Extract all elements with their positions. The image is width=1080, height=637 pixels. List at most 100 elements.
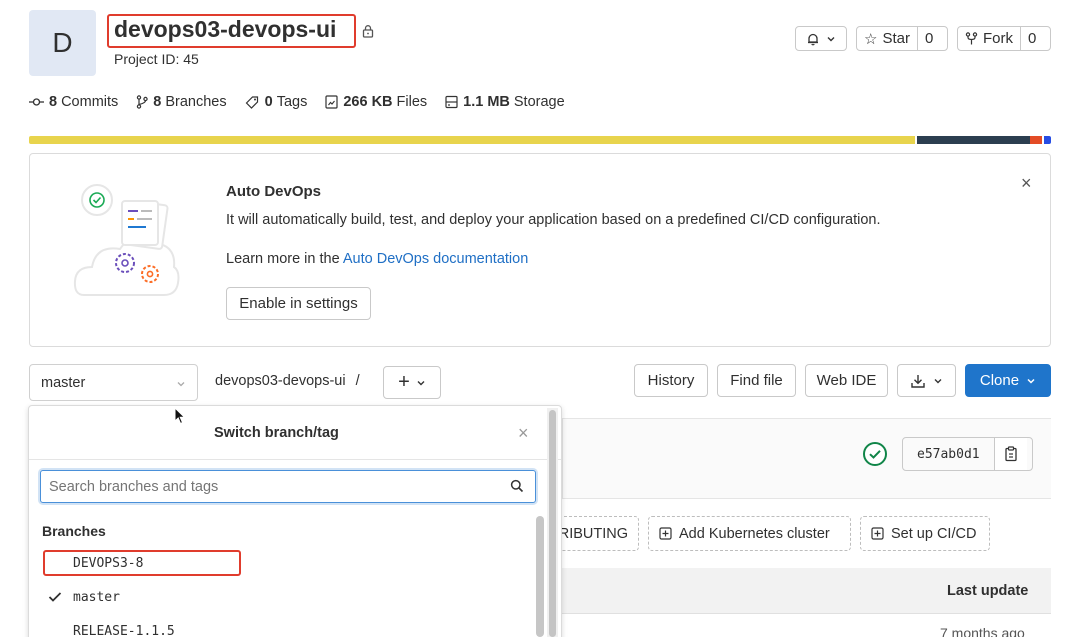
auto-devops-title: Auto DevOps — [226, 183, 322, 200]
copy-sha-button[interactable] — [993, 438, 1027, 470]
branches-section-header: Branches — [42, 523, 106, 539]
web-ide-label: Web IDE — [816, 372, 877, 389]
pipeline-passed-icon[interactable] — [862, 441, 888, 467]
find-file-button[interactable]: Find file — [717, 364, 796, 397]
dropdown-scrollbar-thumb[interactable] — [549, 410, 556, 637]
project-id: Project ID: 45 — [114, 51, 199, 67]
learn-more-prefix: Learn more in the — [226, 251, 343, 267]
dropdown-list-scrollbar[interactable] — [536, 516, 544, 637]
history-button[interactable]: History — [634, 364, 708, 397]
language-segment[interactable] — [917, 136, 1030, 144]
fork-icon — [965, 31, 978, 44]
branch-search-input[interactable] — [40, 470, 536, 503]
storage-size: 1.1 MB — [463, 94, 510, 110]
storage-stat[interactable]: 1.1 MB Storage — [445, 94, 565, 110]
commit-sha-group: e57ab0d1 — [902, 437, 1033, 471]
tags-count: 0 — [264, 94, 273, 110]
enable-in-settings-button[interactable]: Enable in settings — [226, 287, 371, 320]
avatar-letter: D — [52, 27, 73, 58]
title-highlight-box — [107, 14, 356, 48]
storage-icon — [445, 95, 458, 109]
cicd-label: Set up CI/CD — [891, 525, 977, 542]
bell-icon — [808, 33, 818, 45]
branches-label: Branches — [165, 94, 227, 110]
contributing-label: RIBUTING — [558, 525, 628, 542]
notification-button[interactable] — [795, 26, 847, 51]
language-segment[interactable] — [1029, 136, 1042, 144]
auto-devops-learn-more: Learn more in the Auto DevOps documentat… — [226, 251, 528, 267]
branch-selector[interactable]: master — [29, 364, 198, 401]
star-icon: ☆ — [864, 30, 878, 48]
last-update-column-header: Last update — [947, 583, 1029, 599]
files-size: 266 KB — [343, 94, 393, 110]
chevron-down-icon — [827, 36, 835, 41]
tag-icon — [245, 96, 258, 109]
project-avatar: D — [29, 10, 96, 76]
commits-label: Commits — [61, 94, 119, 110]
breadcrumb-separator: / — [355, 373, 360, 389]
add-kubernetes-cluster-button[interactable]: Add Kubernetes cluster — [648, 516, 851, 551]
download-button[interactable] — [897, 364, 956, 397]
files-stat[interactable]: 266 KB Files — [325, 94, 427, 110]
star-count[interactable]: 0 — [916, 27, 940, 50]
dropdown-divider — [29, 459, 561, 460]
star-label: Star — [882, 30, 910, 47]
branch-item-release[interactable]: RELEASE-1.1.5 — [73, 624, 175, 637]
fork-button[interactable]: Fork 0 — [957, 26, 1051, 51]
plus-icon: + — [398, 371, 410, 393]
auto-devops-docs-link[interactable]: Auto DevOps documentation — [343, 251, 528, 267]
history-label: History — [647, 372, 695, 389]
dropdown-close-icon[interactable]: × — [518, 423, 529, 444]
language-segment[interactable] — [29, 136, 916, 144]
clipboard-icon — [1004, 446, 1017, 462]
setup-cicd-button[interactable]: Set up CI/CD — [860, 516, 990, 551]
enable-button-label: Enable in settings — [239, 295, 358, 312]
branch-highlight-box — [43, 550, 241, 576]
last-update-cell: 7 months ago — [940, 625, 1025, 637]
find-file-label: Find file — [730, 372, 783, 389]
tags-stat[interactable]: 0 Tags — [245, 94, 308, 110]
check-icon — [48, 592, 62, 602]
commits-stat[interactable]: 8 Commits — [29, 94, 118, 110]
chevron-down-icon — [177, 382, 185, 387]
plus-square-icon — [659, 527, 672, 540]
dropdown-title: Switch branch/tag — [214, 425, 339, 441]
file-icon — [325, 95, 338, 109]
commit-icon — [29, 98, 44, 106]
clone-button[interactable]: Clone — [965, 364, 1051, 397]
chevron-down-icon — [1027, 378, 1035, 384]
add-to-tree-button[interactable]: + — [383, 366, 441, 399]
web-ide-button[interactable]: Web IDE — [805, 364, 888, 397]
fork-label: Fork — [983, 30, 1013, 47]
language-segment[interactable] — [1043, 136, 1051, 144]
branches-count: 8 — [153, 94, 162, 110]
kubernetes-label: Add Kubernetes cluster — [679, 525, 830, 542]
storage-label: Storage — [513, 94, 565, 110]
files-label: Files — [396, 94, 428, 110]
plus-square-icon — [871, 527, 884, 540]
commit-sha[interactable]: e57ab0d1 — [903, 447, 994, 462]
branches-stat[interactable]: 8 Branches — [136, 94, 227, 110]
breadcrumb-project-link[interactable]: devops03-devops-ui — [215, 373, 346, 389]
branch-selector-label: master — [41, 374, 86, 391]
branch-item-master[interactable]: master — [73, 590, 120, 605]
tags-label: Tags — [276, 94, 308, 110]
chevron-down-icon — [934, 378, 942, 383]
search-icon — [510, 479, 524, 493]
close-banner-icon[interactable]: × — [1021, 173, 1032, 194]
commits-count: 8 — [49, 94, 58, 110]
auto-devops-banner — [29, 153, 1051, 347]
chevron-down-icon — [417, 380, 425, 385]
mouse-cursor-icon — [174, 407, 186, 425]
star-button[interactable]: ☆ Star 0 — [856, 26, 948, 51]
breadcrumb: devops03-devops-ui / — [215, 373, 360, 389]
download-icon — [911, 374, 925, 388]
auto-devops-illustration-icon — [73, 184, 180, 296]
project-stats: 8 Commits 8 Branches 0 Tags 266 KB Files 1.1… — [29, 93, 583, 111]
branch-icon — [137, 95, 148, 109]
clone-label: Clone — [979, 372, 1020, 389]
lock-icon — [362, 25, 374, 38]
fork-count[interactable]: 0 — [1020, 27, 1043, 50]
auto-devops-description: It will automatically build, test, and d… — [226, 212, 881, 228]
repository-languages-bar[interactable] — [29, 136, 1051, 144]
